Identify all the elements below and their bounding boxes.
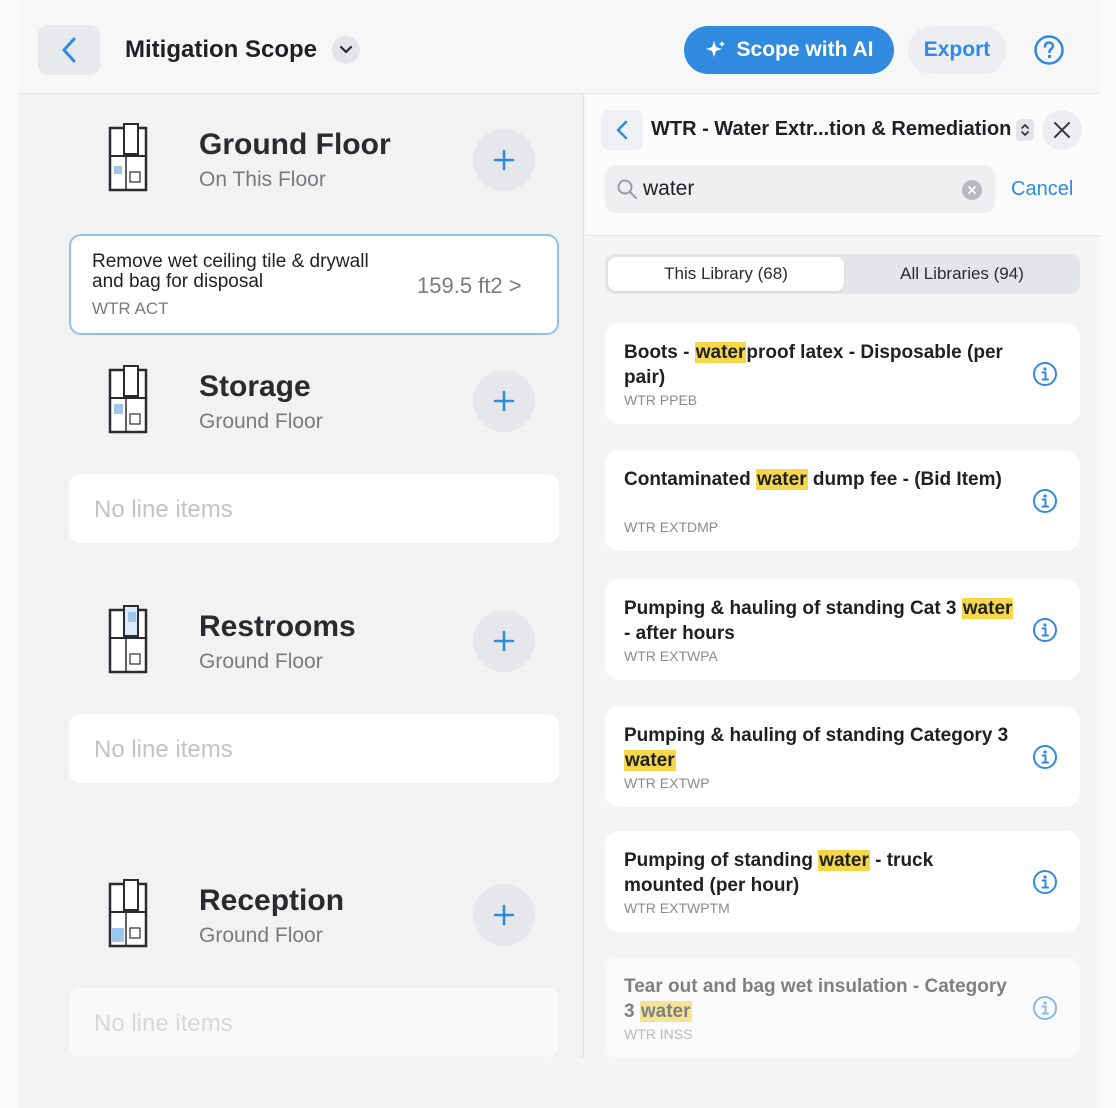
add-line-item-button[interactable]: [473, 370, 535, 432]
plus-icon: [493, 149, 515, 171]
empty-line-items: No line items: [69, 714, 559, 783]
info-icon[interactable]: [1032, 361, 1058, 387]
chevron-left-icon: [62, 37, 76, 63]
search-highlight: water: [624, 750, 676, 771]
line-item-code: WTR ACT: [92, 299, 169, 318]
room-ground-floor[interactable]: Ground Floor On This Floor: [18, 94, 584, 214]
plus-icon: [493, 904, 515, 926]
room-subtitle: On This Floor: [199, 168, 326, 191]
room-name: Restrooms: [199, 610, 356, 643]
chevron-down-icon: [339, 45, 353, 54]
line-item-description: Remove wet ceiling tile & drywall and ba…: [92, 251, 369, 292]
close-icon: [1054, 122, 1070, 138]
result-title: Pumping & hauling of standing Cat 3 wate…: [624, 596, 1014, 646]
result-title: Pumping & hauling of standing Category 3…: [624, 723, 1014, 773]
room-name: Reception: [199, 884, 345, 917]
top-bar: Mitigation Scope Scope with AI Export: [18, 0, 1100, 94]
scope-with-ai-button[interactable]: Scope with AI: [684, 26, 894, 74]
floor-plan-icon: [108, 365, 148, 434]
export-button[interactable]: Export: [908, 26, 1006, 74]
add-line-item-button[interactable]: [473, 884, 535, 946]
close-icon: [968, 186, 976, 194]
room-restrooms[interactable]: Restrooms Ground Floor: [18, 576, 584, 696]
search-field[interactable]: [605, 165, 995, 213]
room-storage[interactable]: Storage Ground Floor: [18, 336, 584, 456]
result-title-text: dump fee - (Bid Item): [807, 469, 1002, 490]
search-highlight: water: [639, 1001, 692, 1022]
floor-plan-icon: [108, 123, 148, 192]
result-title-text: Pumping of standing: [624, 850, 819, 871]
library-title[interactable]: WTR - Water Extr...tion & Remediation: [651, 118, 1011, 141]
result-title: Contaminated water dump fee - (Bid Item): [624, 467, 1014, 492]
result-title: Tear out and bag wet insulation - Catego…: [624, 974, 1014, 1024]
search-highlight: water: [694, 342, 747, 363]
info-icon[interactable]: [1032, 617, 1058, 643]
info-icon[interactable]: [1032, 488, 1058, 514]
add-line-item-button[interactable]: [473, 610, 535, 672]
line-item-quantity: 159.5 ft2 >: [417, 273, 522, 298]
tab-this-library[interactable]: This Library (68): [608, 257, 844, 291]
library-panel: WTR - Water Extr...tion & Remediation Ca…: [585, 94, 1100, 1108]
search-highlight: water: [961, 598, 1014, 619]
title-dropdown-button[interactable]: [332, 36, 360, 64]
library-back-button[interactable]: [601, 110, 643, 150]
sparkle-icon: [705, 41, 725, 57]
room-subtitle: Ground Floor: [199, 410, 323, 433]
plus-icon: [493, 390, 515, 412]
line-item-card[interactable]: Remove wet ceiling tile & drywall and ba…: [69, 234, 559, 335]
library-result-card[interactable]: Pumping & hauling of standing Cat 3 wate…: [605, 579, 1080, 680]
info-icon[interactable]: [1032, 869, 1058, 895]
info-icon[interactable]: [1032, 744, 1058, 770]
clear-search-button[interactable]: [962, 180, 982, 200]
add-line-item-button[interactable]: [473, 129, 535, 191]
plus-icon: [493, 630, 515, 652]
help-icon[interactable]: [1033, 34, 1065, 66]
search-input[interactable]: [643, 174, 953, 204]
search-highlight: water: [755, 469, 808, 490]
result-title-text: Pumping & hauling of standing Category 3: [624, 725, 1009, 746]
search-icon: [617, 179, 637, 199]
library-result-card[interactable]: Pumping of standing water - truck mounte…: [605, 831, 1080, 932]
cancel-search-button[interactable]: Cancel: [1011, 178, 1073, 201]
floor-plan-icon: [108, 879, 148, 948]
result-code: WTR PPEB: [624, 392, 698, 408]
empty-line-items: No line items: [69, 988, 559, 1057]
library-result-card[interactable]: Boots - waterproof latex - Disposable (p…: [605, 323, 1080, 424]
chevron-up-down-icon: [1021, 124, 1029, 136]
library-scope-toggle: This Library (68) All Libraries (94): [605, 254, 1080, 294]
ai-button-label: Scope with AI: [736, 38, 874, 61]
library-header: WTR - Water Extr...tion & Remediation Ca…: [585, 94, 1100, 236]
result-title-text: Pumping & hauling of standing Cat 3: [624, 598, 962, 619]
result-code: WTR INSS: [624, 1026, 693, 1042]
result-code: WTR EXTWP: [624, 775, 710, 791]
empty-line-items: No line items: [69, 474, 559, 543]
close-library-button[interactable]: [1042, 110, 1082, 150]
result-code: WTR EXTWPTM: [624, 900, 730, 916]
room-name: Storage: [199, 370, 311, 403]
library-result-card[interactable]: Tear out and bag wet insulation - Catego…: [605, 957, 1080, 1058]
result-title: Boots - waterproof latex - Disposable (p…: [624, 340, 1014, 390]
library-switcher[interactable]: [1016, 119, 1034, 141]
tab-all-libraries[interactable]: All Libraries (94): [847, 257, 1077, 291]
room-subtitle: Ground Floor: [199, 650, 323, 673]
page-title[interactable]: Mitigation Scope: [125, 36, 317, 64]
result-code: WTR EXTWPA: [624, 648, 718, 664]
result-title-text: - after hours: [624, 623, 735, 644]
back-button[interactable]: [38, 25, 100, 75]
info-icon[interactable]: [1032, 995, 1058, 1021]
floor-plan-icon: [108, 605, 148, 674]
chevron-left-icon: [616, 120, 628, 140]
room-subtitle: Ground Floor: [199, 924, 323, 947]
room-name: Ground Floor: [199, 128, 391, 161]
app-window: Mitigation Scope Scope with AI Export Gr…: [18, 0, 1100, 1108]
rooms-panel: Ground Floor On This Floor Remove wet ce…: [18, 94, 584, 1058]
library-result-card[interactable]: Contaminated water dump fee - (Bid Item)…: [605, 450, 1080, 551]
search-highlight: water: [818, 850, 870, 871]
result-code: WTR EXTDMP: [624, 519, 719, 535]
result-title: Pumping of standing water - truck mounte…: [624, 848, 1014, 898]
room-reception[interactable]: Reception Ground Floor: [18, 850, 584, 970]
result-title-text: Boots -: [624, 342, 695, 363]
library-result-card[interactable]: Pumping & hauling of standing Category 3…: [605, 706, 1080, 807]
result-title-text: Contaminated: [624, 469, 756, 490]
